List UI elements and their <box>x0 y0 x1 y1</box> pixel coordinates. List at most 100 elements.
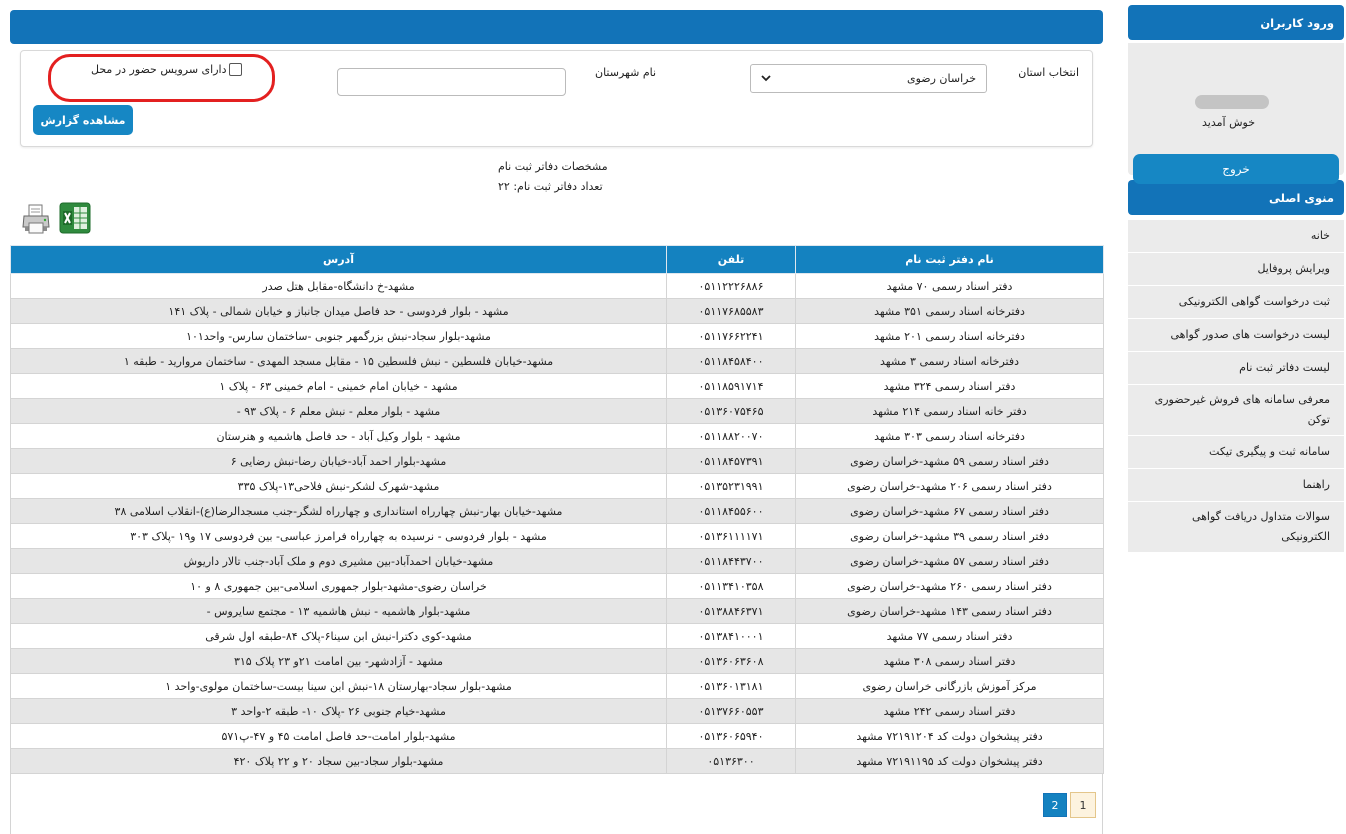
cell-phone: ۰۵۱۳۶۰۶۵۹۴۰ <box>666 723 796 749</box>
menu-item-home[interactable]: خانه <box>1128 220 1344 253</box>
province-label: انتخاب استان <box>1018 66 1079 79</box>
cell-address: مشهد - بلوار وکیل آباد - حد فاصل هاشمیه … <box>10 423 667 449</box>
cell-phone: ۰۵۱۳۶۳۰۰ <box>666 748 796 774</box>
cell-office-name: مرکز آموزش بازرگانی خراسان رضوی <box>795 673 1104 699</box>
menu-item-request-list[interactable]: لیست درخواست های صدور گواهی <box>1128 319 1344 352</box>
cell-office-name: دفترخانه اسناد رسمی ۳ مشهد <box>795 348 1104 374</box>
cell-office-name: دفتر خانه اسناد رسمی ۲۱۴ مشهد <box>795 398 1104 424</box>
cell-phone: ۰۵۱۳۵۲۳۱۹۹۱ <box>666 473 796 499</box>
cell-address: مشهد-بلوار امامت-حد فاصل امامت ۴۵ و ۴۷-پ… <box>10 723 667 749</box>
table-row: دفترخانه اسناد رسمی ۳ مشهد ۰۵۱۱۸۴۵۸۴۰۰ مشه… <box>10 348 1104 374</box>
cell-office-name: دفتر اسناد رسمی ۵۷ مشهد-خراسان رضوی <box>795 548 1104 574</box>
excel-icon[interactable] <box>59 202 91 234</box>
menu-item-edit-profile[interactable]: ویرایش پروفایل <box>1128 253 1344 286</box>
table-header-row: نام دفتر ثبت نام تلفن آدرس <box>10 245 1104 274</box>
offices-count: تعداد دفاتر ثبت نام: ۲۲ <box>498 180 603 193</box>
column-header-phone[interactable]: تلفن <box>666 245 796 274</box>
login-header: ورود کاربران <box>1128 5 1344 40</box>
cell-phone: ۰۵۱۳۶۱۱۱۱۷۱ <box>666 523 796 549</box>
menu-item-certificate-request[interactable]: ثبت درخواست گواهی الکترونیکی <box>1128 286 1344 319</box>
printer-icon[interactable] <box>21 203 51 235</box>
cell-phone: ۰۵۱۳۶۰۷۵۴۶۵ <box>666 398 796 424</box>
menu-item-help[interactable]: راهنما <box>1128 469 1344 502</box>
cell-address: مشهد-بلوار سجاد-بین سجاد ۲۰ و ۲۲ پلاک ۴۲… <box>10 748 667 774</box>
cell-phone: ۰۵۱۱۷۶۶۲۲۴۱ <box>666 323 796 349</box>
menu-item-token-sales[interactable]: معرفی سامانه های فروش غیرحضوری توکن <box>1128 385 1344 436</box>
cell-phone: ۰۵۱۱۷۶۸۵۵۸۳ <box>666 298 796 324</box>
table-row: دفتر اسناد رسمی ۱۴۳ مشهد-خراسان رضوی ۰۵۱۳… <box>10 598 1104 624</box>
cell-office-name: دفترخانه اسناد رسمی ۲۰۱ مشهد <box>795 323 1104 349</box>
cell-address: مشهد-خیابان بهار-نبش چهارراه استانداری و… <box>10 498 667 524</box>
table-footer-frame <box>10 773 1103 834</box>
view-report-button[interactable]: مشاهده گزارش <box>33 105 133 135</box>
cell-office-name: دفتر اسناد رسمی ۷۷ مشهد <box>795 623 1104 649</box>
page-2-button[interactable]: 2 <box>1043 793 1067 817</box>
cell-office-name: دفترخانه اسناد رسمی ۳۰۳ مشهد <box>795 423 1104 449</box>
city-input[interactable] <box>337 68 566 96</box>
cell-address: خراسان رضوی-مشهد-بلوار جمهوری اسلامی-بین… <box>10 573 667 599</box>
main-menu-header: منوی اصلی <box>1128 180 1344 215</box>
cell-office-name: دفتر اسناد رسمی ۲۰۶ مشهد-خراسان رضوی <box>795 473 1104 499</box>
cell-address: مشهد-خیام جنوبی ۲۶ -پلاک ۱۰- طبقه ۲-واحد… <box>10 698 667 724</box>
table-row: دفتر اسناد رسمی ۵۷ مشهد-خراسان رضوی ۰۵۱۱۸… <box>10 548 1104 574</box>
cell-phone: ۰۵۱۳۶۰۱۳۱۸۱ <box>666 673 796 699</box>
cell-address: مشهد-خیابان فلسطین - نبش فلسطین ۱۵ - مقا… <box>10 348 667 374</box>
cell-address: مشهد-خ دانشگاه-مقابل هتل صدر <box>10 273 667 299</box>
username-placeholder <box>1195 95 1269 109</box>
filter-panel: انتخاب استان خراسان رضوی نام شهرستان دار… <box>20 50 1093 147</box>
table-row: دفترخانه اسناد رسمی ۲۰۱ مشهد ۰۵۱۱۷۶۶۲۲۴۱ م… <box>10 323 1104 349</box>
table-body: دفتر اسناد رسمی ۷۰ مشهد ۰۵۱۱۲۲۲۶۸۸۶ مشهد-خ… <box>10 273 1104 774</box>
table-row: دفترخانه اسناد رسمی ۳۰۳ مشهد ۰۵۱۱۸۸۲۰۰۷۰ م… <box>10 423 1104 449</box>
table-row: دفتر اسناد رسمی ۷۷ مشهد ۰۵۱۳۸۴۱۰۰۰۱ مشهد-ک… <box>10 623 1104 649</box>
cell-phone: ۰۵۱۳۸۴۱۰۰۰۱ <box>666 623 796 649</box>
login-box: خوش آمدید خروج <box>1128 43 1344 184</box>
cell-address: مشهد - آزادشهر- بین امامت ۲۱و ۲۳ پلاک ۳۱… <box>10 648 667 674</box>
table-row: دفتر اسناد رسمی ۲۶۰ مشهد-خراسان رضوی ۰۵۱۱… <box>10 573 1104 599</box>
cell-phone: ۰۵۱۳۷۶۶۰۵۵۳ <box>666 698 796 724</box>
sidebar: ورود کاربران خوش آمدید خروج منوی اصلی خا… <box>1128 5 1344 553</box>
cell-address: مشهد-کوی دکترا-نبش ابن سینا۶-پلاک ۸۴-طبق… <box>10 623 667 649</box>
cell-address: مشهد - خیابان امام خمینی - امام خمینی ۶۳… <box>10 373 667 399</box>
menu-item-faq[interactable]: سوالات متداول دریافت گواهی الکترونیکی <box>1128 502 1344 553</box>
table-row: دفتر اسناد رسمی ۲۰۶ مشهد-خراسان رضوی ۰۵۱۳… <box>10 473 1104 499</box>
cell-office-name: دفتر اسناد رسمی ۷۰ مشهد <box>795 273 1104 299</box>
cell-phone: ۰۵۱۱۸۸۲۰۰۷۰ <box>666 423 796 449</box>
top-bar <box>10 10 1103 44</box>
cell-office-name: دفتر اسناد رسمی ۲۶۰ مشهد-خراسان رضوی <box>795 573 1104 599</box>
table-row: دفتر اسناد رسمی ۶۷ مشهد-خراسان رضوی ۰۵۱۱۸… <box>10 498 1104 524</box>
column-header-address[interactable]: آدرس <box>10 245 667 274</box>
cell-office-name: دفتر پیشخوان دولت کد ۷۲۱۹۱۱۹۵ مشهد <box>795 748 1104 774</box>
page-1-button[interactable]: 1 <box>1070 792 1096 818</box>
table-row: دفتر خانه اسناد رسمی ۲۱۴ مشهد ۰۵۱۳۶۰۷۵۴۶۵… <box>10 398 1104 424</box>
cell-office-name: دفتر پیشخوان دولت کد ۷۲۱۹۱۲۰۴ مشهد <box>795 723 1104 749</box>
cell-phone: ۰۵۱۱۸۵۹۱۷۱۴ <box>666 373 796 399</box>
table-row: دفتر اسناد رسمی ۲۴۲ مشهد ۰۵۱۳۷۶۶۰۵۵۳ مشهد-… <box>10 698 1104 724</box>
cell-office-name: دفتر اسناد رسمی ۲۴۲ مشهد <box>795 698 1104 724</box>
menu-item-offices-list[interactable]: لیست دفاتر ثبت نام <box>1128 352 1344 385</box>
city-label: نام شهرستان <box>595 66 657 79</box>
cell-address: مشهد-شهرک لشکر-نبش فلاحی۱۳-پلاک ۳۳۵ <box>10 473 667 499</box>
table-row: مرکز آموزش بازرگانی خراسان رضوی ۰۵۱۳۶۰۱۳۱… <box>10 673 1104 699</box>
cell-address: مشهد-خیابان احمدآباد-بین مشیری دوم و ملک… <box>10 548 667 574</box>
table-row: دفتر پیشخوان دولت کد ۷۲۱۹۱۱۹۵ مشهد ۰۵۱۳۶۳… <box>10 748 1104 774</box>
cell-address: مشهد-بلوار هاشمیه - نبش هاشمیه ۱۳ - مجتم… <box>10 598 667 624</box>
cell-address: مشهد-بلوار احمد آباد-خیابان رضا-نبش رضای… <box>10 448 667 474</box>
menu-item-tickets[interactable]: سامانه ثبت و پیگیری تیکت <box>1128 436 1344 469</box>
offices-info-title: مشخصات دفاتر ثبت نام <box>498 160 608 173</box>
table-row: دفتر اسناد رسمی ۷۰ مشهد ۰۵۱۱۲۲۲۶۸۸۶ مشهد-خ… <box>10 273 1104 299</box>
cell-phone: ۰۵۱۳۸۸۴۶۳۷۱ <box>666 598 796 624</box>
cell-office-name: دفتر اسناد رسمی ۳۹ مشهد-خراسان رضوی <box>795 523 1104 549</box>
province-select[interactable]: خراسان رضوی <box>750 64 987 93</box>
province-selected-value: خراسان رضوی <box>906 72 976 85</box>
table-row: دفتر اسناد رسمی ۵۹ مشهد-خراسان رضوی ۰۵۱۱۸… <box>10 448 1104 474</box>
cell-office-name: دفتر اسناد رسمی ۶۷ مشهد-خراسان رضوی <box>795 498 1104 524</box>
cell-address: مشهد - بلوار فردوسی - حد فاصل میدان جانب… <box>10 298 667 324</box>
cell-office-name: دفتر اسناد رسمی ۳۲۴ مشهد <box>795 373 1104 399</box>
logout-button[interactable]: خروج <box>1133 154 1339 184</box>
cell-office-name: دفتر اسناد رسمی ۵۹ مشهد-خراسان رضوی <box>795 448 1104 474</box>
highlight-annotation <box>48 54 275 102</box>
column-header-office-name[interactable]: نام دفتر ثبت نام <box>795 245 1104 274</box>
cell-phone: ۰۵۱۱۸۴۵۷۳۹۱ <box>666 448 796 474</box>
cell-office-name: دفتر اسناد رسمی ۱۴۳ مشهد-خراسان رضوی <box>795 598 1104 624</box>
cell-address: مشهد - بلوار معلم - نبش معلم ۶ - پلاک ۹۳… <box>10 398 667 424</box>
